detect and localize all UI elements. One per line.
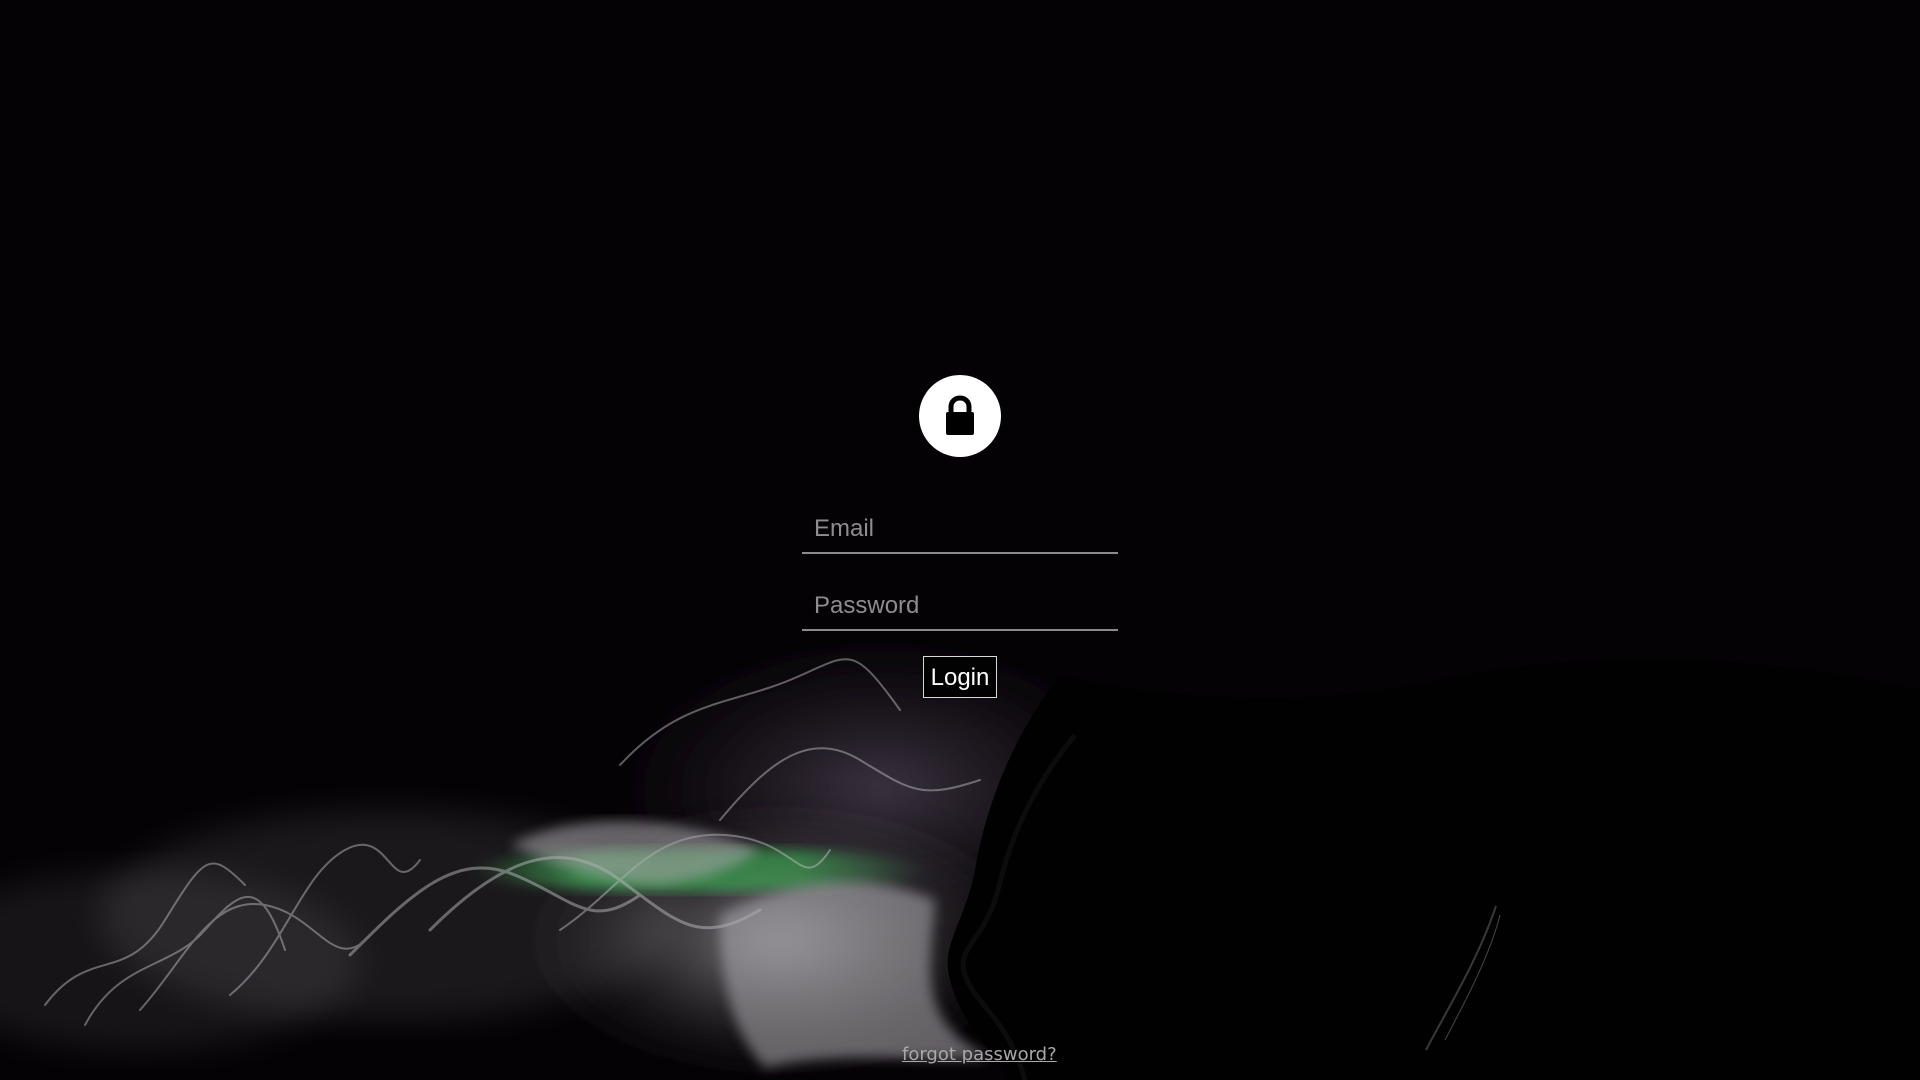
password-field xyxy=(802,583,1118,631)
forgot-password-link[interactable]: forgot password? xyxy=(902,1044,1057,1065)
login-page: Login forgot password? xyxy=(0,0,1920,1080)
login-button[interactable]: Login xyxy=(923,656,997,698)
email-input[interactable] xyxy=(802,506,1118,552)
lock-badge xyxy=(919,375,1001,457)
password-input[interactable] xyxy=(802,583,1118,629)
lock-icon xyxy=(946,395,974,435)
email-field xyxy=(802,506,1118,554)
login-form: Login xyxy=(802,375,1118,705)
